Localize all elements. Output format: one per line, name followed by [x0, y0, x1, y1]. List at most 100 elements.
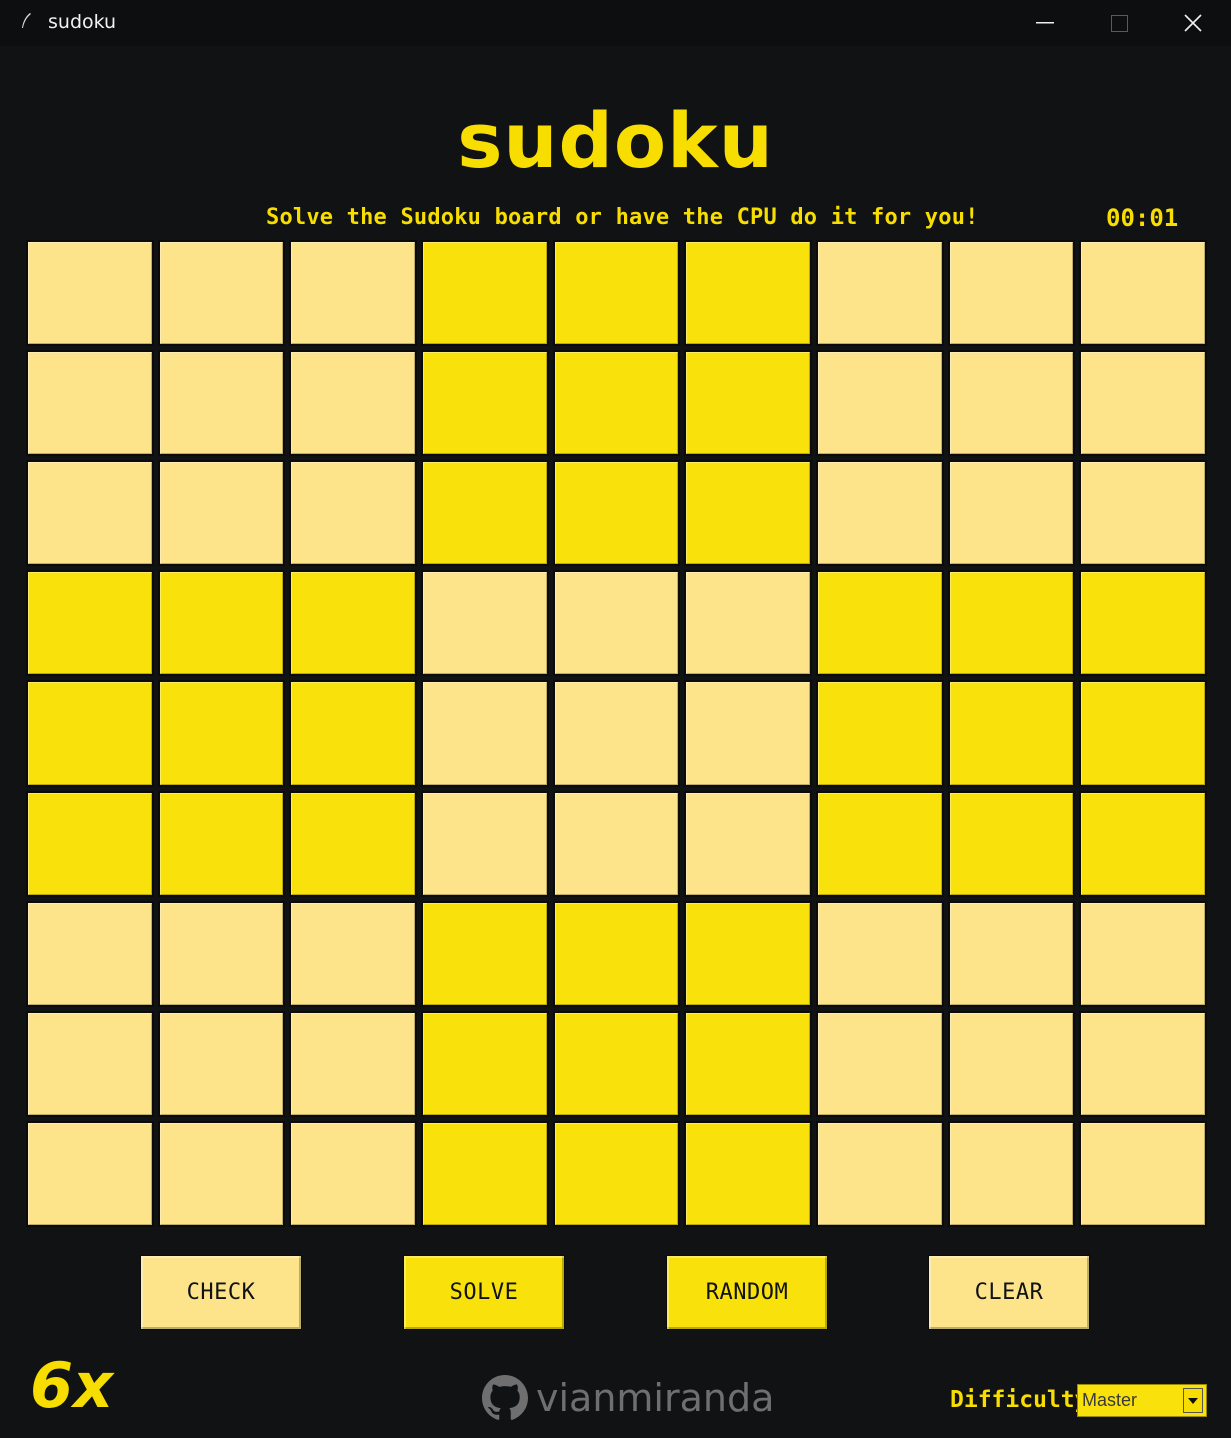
github-link[interactable]: vianmiranda [482, 1372, 774, 1424]
sudoku-cell[interactable] [157, 460, 286, 567]
sudoku-cell[interactable] [420, 240, 549, 347]
sudoku-cell[interactable] [1079, 460, 1207, 567]
sudoku-cell[interactable] [552, 570, 681, 677]
sudoku-cell[interactable] [26, 790, 154, 897]
sudoku-cell[interactable] [552, 900, 681, 1007]
sudoku-cell[interactable] [815, 570, 944, 677]
sudoku-cell[interactable] [552, 680, 681, 787]
sudoku-cell[interactable] [157, 240, 286, 347]
check-button[interactable]: CHECK [140, 1255, 302, 1330]
sudoku-cell[interactable] [947, 570, 1076, 677]
sudoku-cell[interactable] [289, 1120, 417, 1227]
page-title: sudoku [457, 96, 774, 185]
dropdown-arrow-button[interactable] [1183, 1388, 1203, 1413]
sudoku-cell[interactable] [815, 680, 944, 787]
sudoku-cell[interactable] [947, 900, 1076, 1007]
sudoku-cell[interactable] [1079, 790, 1207, 897]
sudoku-cell[interactable] [1079, 680, 1207, 787]
sudoku-cell[interactable] [26, 240, 154, 347]
sudoku-cell[interactable] [684, 900, 812, 1007]
sudoku-cell[interactable] [684, 1010, 812, 1117]
sudoku-cell[interactable] [420, 350, 549, 457]
sudoku-cell[interactable] [420, 680, 549, 787]
sudoku-cell[interactable] [26, 1120, 154, 1227]
sudoku-cell[interactable] [815, 1010, 944, 1117]
sudoku-cell[interactable] [26, 1010, 154, 1117]
sudoku-cell[interactable] [815, 1120, 944, 1227]
timer-display: 00:01 [1106, 204, 1179, 232]
sudoku-cell[interactable] [289, 570, 417, 677]
sudoku-cell[interactable] [1079, 570, 1207, 677]
sudoku-cell[interactable] [289, 1010, 417, 1117]
maximize-icon [1110, 14, 1128, 32]
sudoku-cell[interactable] [552, 1010, 681, 1117]
sudoku-cell[interactable] [552, 790, 681, 897]
close-button[interactable] [1157, 0, 1229, 46]
sudoku-cell[interactable] [552, 1120, 681, 1227]
sudoku-cell[interactable] [157, 570, 286, 677]
sudoku-cell[interactable] [947, 680, 1076, 787]
sudoku-cell[interactable] [947, 240, 1076, 347]
sudoku-cell[interactable] [947, 460, 1076, 567]
sudoku-cell[interactable] [815, 350, 944, 457]
github-username: vianmiranda [536, 1376, 775, 1420]
difficulty-select[interactable]: Master [1077, 1384, 1207, 1417]
sudoku-cell[interactable] [684, 240, 812, 347]
sudoku-cell[interactable] [157, 790, 286, 897]
sudoku-cell[interactable] [815, 240, 944, 347]
sudoku-cell[interactable] [815, 900, 944, 1007]
sudoku-cell[interactable] [289, 790, 417, 897]
clear-button[interactable]: CLEAR [928, 1255, 1090, 1330]
sudoku-cell[interactable] [26, 680, 154, 787]
sudoku-cell[interactable] [420, 1120, 549, 1227]
sudoku-cell[interactable] [26, 460, 154, 567]
sudoku-cell[interactable] [552, 460, 681, 567]
sudoku-cell[interactable] [552, 350, 681, 457]
sudoku-cell[interactable] [289, 350, 417, 457]
sudoku-cell[interactable] [26, 900, 154, 1007]
sudoku-cell[interactable] [684, 680, 812, 787]
solve-button[interactable]: SOLVE [403, 1255, 565, 1330]
sudoku-cell[interactable] [1079, 350, 1207, 457]
sudoku-cell[interactable] [420, 1010, 549, 1117]
sudoku-cell[interactable] [157, 680, 286, 787]
feather-icon [22, 13, 31, 28]
sudoku-cell[interactable] [289, 680, 417, 787]
sudoku-cell[interactable] [26, 570, 154, 677]
difficulty-selected-value: Master [1082, 1390, 1138, 1410]
speed-badge: 6x [30, 1349, 114, 1422]
sudoku-cell[interactable] [157, 350, 286, 457]
sudoku-cell[interactable] [289, 240, 417, 347]
sudoku-cell[interactable] [1079, 1010, 1207, 1117]
sudoku-cell[interactable] [1079, 240, 1207, 347]
sudoku-cell[interactable] [157, 1010, 286, 1117]
sudoku-cell[interactable] [1079, 1120, 1207, 1227]
sudoku-cell[interactable] [157, 900, 286, 1007]
close-icon [1184, 14, 1202, 32]
minimize-button[interactable] [1009, 0, 1081, 46]
sudoku-cell[interactable] [684, 460, 812, 567]
sudoku-cell[interactable] [26, 350, 154, 457]
sudoku-cell[interactable] [947, 350, 1076, 457]
sudoku-cell[interactable] [815, 460, 944, 567]
sudoku-cell[interactable] [684, 1120, 812, 1227]
maximize-button[interactable] [1083, 0, 1155, 46]
sudoku-cell[interactable] [684, 790, 812, 897]
sudoku-cell[interactable] [289, 900, 417, 1007]
sudoku-cell[interactable] [947, 1010, 1076, 1117]
random-button[interactable]: RANDOM [666, 1255, 828, 1330]
sudoku-cell[interactable] [420, 570, 549, 677]
sudoku-cell[interactable] [684, 570, 812, 677]
sudoku-cell[interactable] [157, 1120, 286, 1227]
sudoku-cell[interactable] [289, 460, 417, 567]
sudoku-cell[interactable] [1079, 900, 1207, 1007]
sudoku-cell[interactable] [420, 900, 549, 1007]
sudoku-cell[interactable] [947, 790, 1076, 897]
sudoku-cell[interactable] [552, 240, 681, 347]
sudoku-cell[interactable] [420, 460, 549, 567]
sudoku-cell[interactable] [684, 350, 812, 457]
sudoku-cell[interactable] [947, 1120, 1076, 1227]
sudoku-cell[interactable] [815, 790, 944, 897]
window-title: sudoku [48, 11, 117, 33]
sudoku-cell[interactable] [420, 790, 549, 897]
